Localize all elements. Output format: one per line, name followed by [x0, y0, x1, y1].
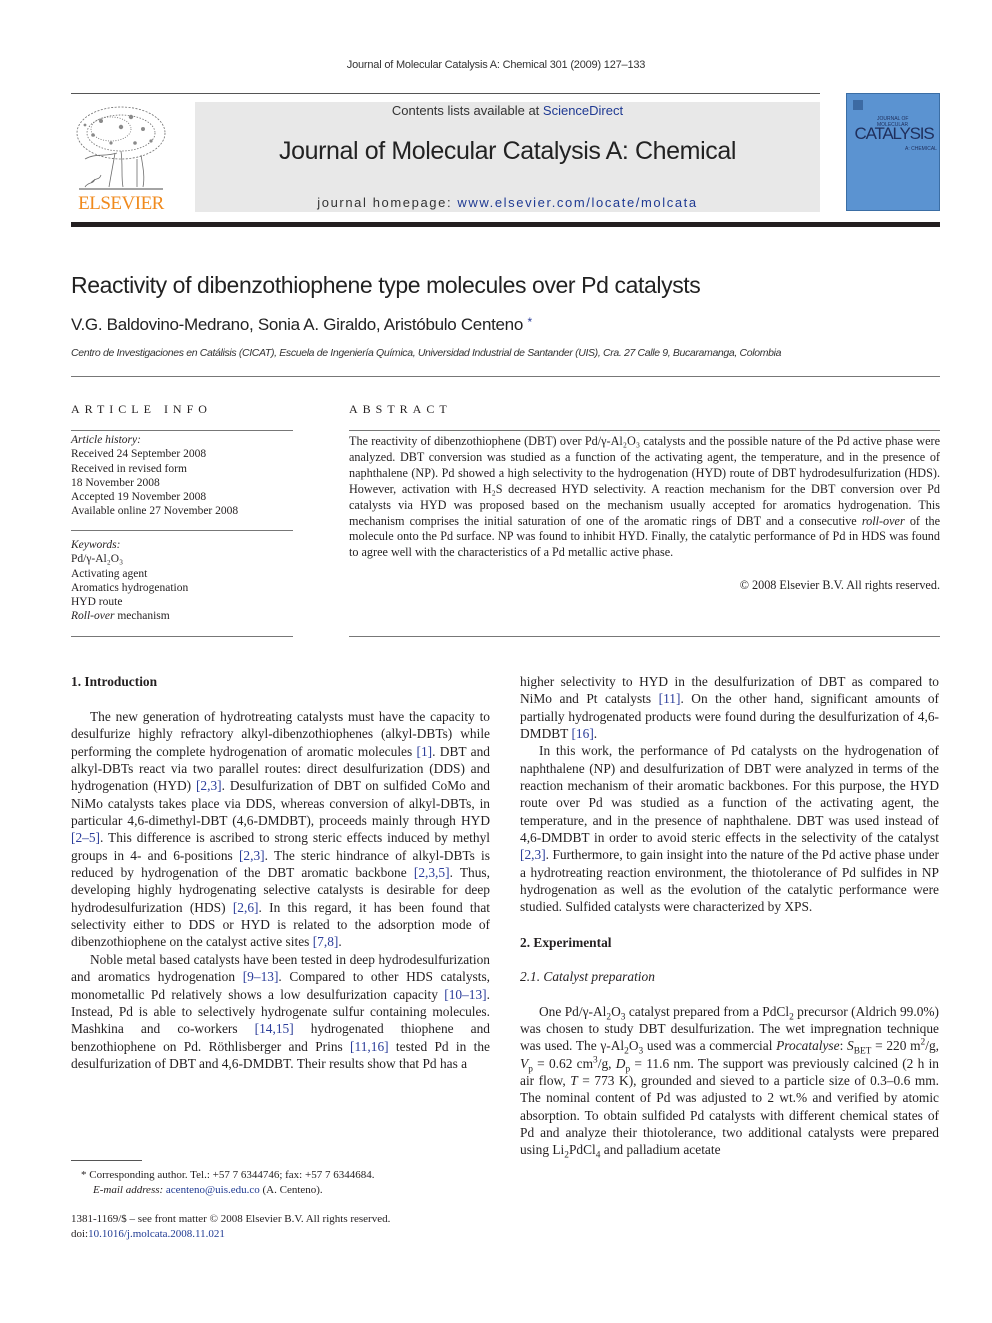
experimental-paragraph-1: One Pd/γ-Al2O3 catalyst prepared from a … — [520, 1003, 939, 1161]
intro-paragraph-3: In this work, the performance of Pd cata… — [520, 743, 939, 915]
article-info-rule-mid — [71, 530, 293, 531]
article-title: Reactivity of dibenzothiophene type mole… — [71, 272, 701, 298]
keyword-item: Roll-over mechanism — [71, 609, 188, 623]
citation-link[interactable]: [2,6] — [233, 900, 259, 915]
citation-link[interactable]: [2,3] — [239, 848, 265, 863]
cover-logo-icon — [853, 100, 863, 110]
cover-title: CATALYSIS — [854, 124, 935, 143]
abstract-italic: roll-over — [861, 513, 905, 528]
citation-link[interactable]: [2,3,5] — [414, 865, 450, 880]
abstract-rule-top — [349, 430, 940, 431]
email-link[interactable]: acenteno@uis.edu.co — [166, 1184, 260, 1196]
sciencedirect-link[interactable]: ScienceDirect — [543, 103, 623, 118]
section-heading-experimental: 2. Experimental — [520, 934, 612, 950]
cover-subtitle: A: CHEMICAL — [905, 146, 937, 152]
header-rule — [71, 93, 820, 94]
citation-link[interactable]: [2–5] — [71, 830, 100, 845]
contents-prefix: Contents lists available at — [391, 103, 543, 118]
section-heading-introduction: 1. Introduction — [71, 674, 158, 689]
footnote: * Corresponding author. Tel.: +57 7 6344… — [71, 1168, 374, 1197]
affiliation: Centro de Investigaciones en Catálisis (… — [71, 347, 782, 359]
homepage-link[interactable]: www.elsevier.com/locate/molcata — [457, 195, 697, 210]
footnote-rule — [71, 1160, 142, 1161]
journal-cover-thumbnail: JOURNAL OF MOLECULAR CATALYSIS A: CHEMIC… — [846, 93, 940, 211]
elsevier-wordmark: ELSEVIER — [78, 193, 164, 214]
article-history: Article history: Received 24 September 2… — [71, 433, 238, 519]
homepage-label: journal homepage: — [317, 195, 458, 210]
author-list: V.G. Baldovino-Medrano, Sonia A. Giraldo… — [71, 315, 532, 335]
citation-link[interactable]: [2,3] — [196, 778, 222, 793]
contents-line: Contents lists available at ScienceDirec… — [195, 103, 820, 118]
citation-link[interactable]: [11] — [659, 691, 681, 706]
citation-link[interactable]: [11,16] — [350, 1039, 389, 1054]
history-item: 18 November 2008 — [71, 476, 160, 489]
intro-paragraph-1: The new generation of hydrotreating cata… — [71, 709, 490, 950]
header-thick-rule — [71, 222, 940, 227]
keyword-item: Aromatics hydrogenation — [71, 581, 189, 594]
history-item: Accepted 19 November 2008 — [71, 491, 207, 504]
intro-paragraph-2: Noble metal based catalysts have been te… — [71, 951, 490, 1071]
journal-title: Journal of Molecular Catalysis A: Chemic… — [278, 137, 736, 165]
keyword-rest: mechanism — [114, 610, 170, 623]
authors-text: V.G. Baldovino-Medrano, Sonia A. Giraldo… — [71, 315, 523, 334]
abstract-rule-bottom — [349, 636, 940, 637]
body-column-left: The new generation of hydrotreating cata… — [71, 708, 490, 1072]
corresponding-author-mark[interactable]: * — [527, 315, 532, 329]
email-note: E-mail address: acenteno@uis.edu.co (A. … — [71, 1183, 374, 1198]
article-info-rule-top — [71, 430, 293, 431]
tree-icon — [76, 106, 166, 190]
history-label: Article history: — [71, 434, 141, 446]
citation-link[interactable]: [7,8] — [313, 934, 339, 949]
doi-link[interactable]: 10.1016/j.molcata.2008.11.021 — [88, 1228, 225, 1240]
running-head: Journal of Molecular Catalysis A: Chemic… — [346, 59, 646, 71]
keyword-item: Pd/γ-Al₂O₃ — [71, 553, 124, 566]
history-item: Received 24 September 2008 — [71, 448, 207, 461]
email-label: E-mail address: — [93, 1183, 166, 1196]
citation-link[interactable]: [1] — [417, 744, 433, 759]
abstract-heading: ABSTRACT — [349, 402, 452, 416]
subsection-heading-catalyst-preparation: 2.1. Catalyst preparation — [520, 969, 655, 985]
citation-link[interactable]: [16] — [571, 726, 593, 741]
citation-link[interactable]: [9–13] — [243, 969, 279, 984]
keyword-item: Activating agent — [71, 567, 148, 580]
citation-link[interactable]: [2,3] — [520, 847, 546, 862]
keyword-item: HYD route — [71, 596, 123, 609]
email-suffix: (A. Centeno). — [259, 1183, 323, 1196]
keywords-label: Keywords: — [71, 539, 121, 551]
abstract-text: The reactivity of dibenzothiophene (DBT)… — [349, 434, 940, 561]
intro-paragraph-2-continued: higher selectivity to HYD in the desulfu… — [520, 674, 939, 742]
doi-label: doi: — [71, 1228, 89, 1240]
journal-homepage: journal homepage: www.elsevier.com/locat… — [195, 195, 820, 210]
doi-line: doi:10.1016/j.molcata.2008.11.021 — [71, 1227, 390, 1242]
body-column-right: higher selectivity to HYD in the desulfu… — [520, 673, 939, 1161]
article-info-heading: ARTICLE INFO — [71, 402, 212, 416]
citation-link[interactable]: [10–13] — [444, 987, 486, 1002]
history-item: Available online 27 November 2008 — [71, 505, 239, 518]
corresponding-author-note: * Corresponding author. Tel.: +57 7 6344… — [81, 1169, 375, 1181]
citation-link[interactable]: [14,15] — [255, 1021, 294, 1036]
abstract-copyright: © 2008 Elsevier B.V. All rights reserved… — [739, 578, 940, 592]
front-matter: 1381-1169/$ – see front matter © 2008 El… — [71, 1212, 390, 1242]
article-info-rule-bottom — [71, 636, 293, 637]
title-rule — [71, 376, 940, 377]
issn-line: 1381-1169/$ – see front matter © 2008 El… — [71, 1213, 391, 1225]
history-item: Received in revised form — [71, 462, 187, 475]
abstract-part-1: The reactivity of dibenzothiophene (DBT)… — [349, 434, 940, 528]
keyword-italic-part: Roll-over — [71, 610, 115, 623]
keywords: Keywords: Pd/γ-Al₂O₃ Activating agent Ar… — [71, 538, 188, 624]
